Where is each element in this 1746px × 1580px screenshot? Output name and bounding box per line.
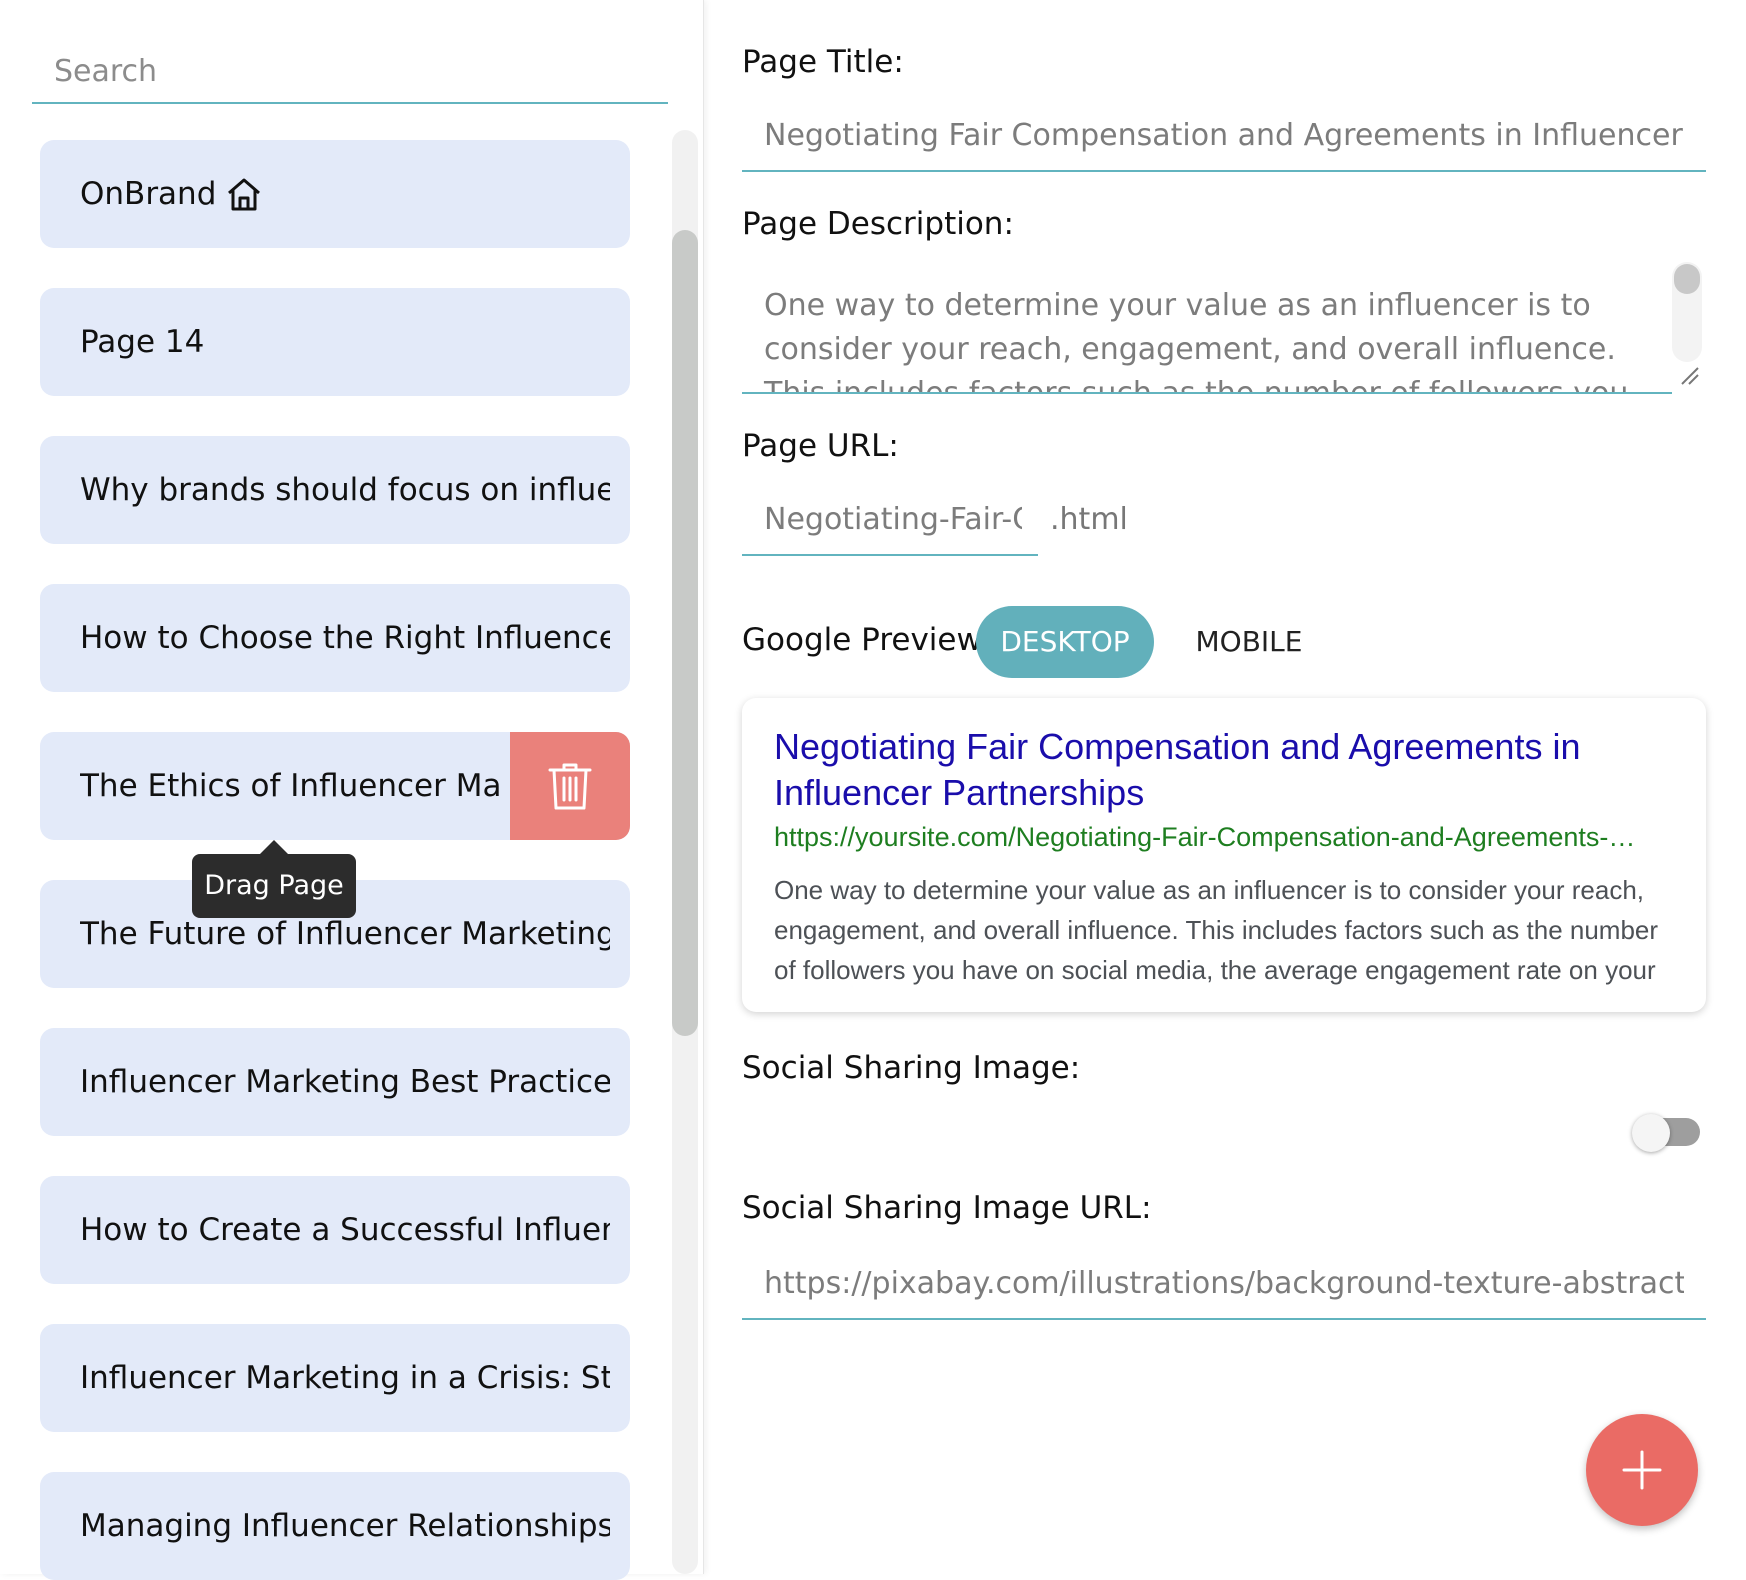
page-description-label: Page Description: xyxy=(742,206,1014,242)
tooltip-arrow xyxy=(260,840,288,854)
desktop-preview-button[interactable]: DESKTOP xyxy=(976,606,1154,678)
plus-icon xyxy=(1622,1450,1662,1490)
preview-description: One way to determine your value as an in… xyxy=(774,875,1659,985)
pages-sidebar: OnBrand Page 14 Why brands should focus … xyxy=(0,0,704,1580)
mobile-preview-button[interactable]: MOBILE xyxy=(1174,606,1324,678)
search-input[interactable] xyxy=(52,46,656,96)
page-item-label: Page 14 xyxy=(80,324,205,360)
page-item-label: Managing Influencer Relationships: Tips xyxy=(80,1508,610,1544)
page-settings-panel: Page Title: Negotiating Fair Compensatio… xyxy=(704,0,1746,1574)
add-page-button[interactable] xyxy=(1586,1414,1698,1526)
social-image-url-field[interactable]: https://pixabay.com/illustrations/backgr… xyxy=(742,1260,1706,1320)
delete-page-button[interactable] xyxy=(510,732,630,840)
social-image-toggle[interactable] xyxy=(1632,1114,1702,1152)
page-item[interactable]: Page 14 xyxy=(40,288,630,396)
social-image-url-label: Social Sharing Image URL: xyxy=(742,1190,1152,1226)
resize-handle-icon[interactable] xyxy=(1676,362,1700,386)
page-item[interactable]: Managing Influencer Relationships: Tips xyxy=(40,1472,630,1580)
page-description-text: One way to determine your value as an in… xyxy=(764,288,1629,394)
page-item-label: OnBrand xyxy=(80,176,217,212)
page-url-input[interactable]: Negotiating-Fair-Cc xyxy=(764,502,1022,537)
search-field xyxy=(32,40,668,104)
trash-icon xyxy=(548,763,592,810)
page-item[interactable]: Why brands should focus on influencer xyxy=(40,436,630,544)
page-item-label: Influencer Marketing Best Practices: Do xyxy=(80,1064,610,1100)
page-item[interactable]: Influencer Marketing in a Crisis: Strate… xyxy=(40,1324,630,1432)
toggle-knob xyxy=(1632,1114,1670,1152)
page-item-label: How to Create a Successful Influencer xyxy=(80,1212,610,1248)
drag-page-tooltip: Drag Page xyxy=(192,854,356,918)
page-item-label: Influencer Marketing in a Crisis: Strate… xyxy=(80,1360,610,1396)
social-image-url-input[interactable]: https://pixabay.com/illustrations/backgr… xyxy=(764,1266,1684,1301)
home-icon xyxy=(224,174,264,214)
description-scrollbar-thumb[interactable] xyxy=(1674,264,1700,294)
page-item-label: How to Choose the Right Influencers fo xyxy=(80,620,610,656)
page-url-field[interactable]: Negotiating-Fair-Cc xyxy=(742,498,1038,556)
preview-title-link[interactable]: Negotiating Fair Compensation and Agreem… xyxy=(774,724,1674,816)
page-title-field[interactable]: Negotiating Fair Compensation and Agreem… xyxy=(742,112,1706,172)
page-item[interactable]: How to Choose the Right Influencers fo xyxy=(40,584,630,692)
page-url-suffix: .html xyxy=(1050,502,1128,537)
page-item-label: Why brands should focus on influencer xyxy=(80,472,610,508)
page-title-label: Page Title: xyxy=(742,44,904,80)
page-item-hovered[interactable]: The Ethics of Influencer Market xyxy=(40,732,630,840)
page-item[interactable]: How to Create a Successful Influencer xyxy=(40,1176,630,1284)
google-preview-card: Negotiating Fair Compensation and Agreem… xyxy=(742,698,1706,1012)
page-item-onbrand[interactable]: OnBrand xyxy=(40,140,630,248)
page-url-label: Page URL: xyxy=(742,428,899,464)
page-item-label: The Ethics of Influencer Market xyxy=(80,768,500,804)
social-image-label: Social Sharing Image: xyxy=(742,1050,1081,1086)
sidebar-scrollbar-thumb[interactable] xyxy=(672,230,698,1036)
page-title-input[interactable]: Negotiating Fair Compensation and Agreem… xyxy=(764,118,1684,153)
preview-url: https://yoursite.com/Negotiating-Fair-Co… xyxy=(774,822,1636,852)
page-item[interactable]: Influencer Marketing Best Practices: Do xyxy=(40,1028,630,1136)
google-preview-label: Google Preview: xyxy=(742,622,991,658)
page-description-textarea[interactable]: One way to determine your value as an in… xyxy=(742,262,1672,394)
